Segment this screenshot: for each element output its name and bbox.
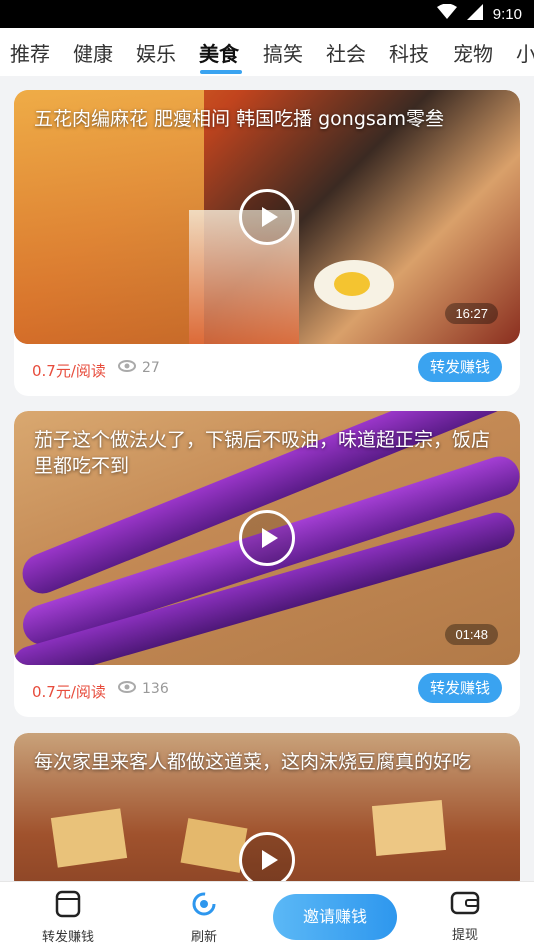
bottom-navigation: 转发赚钱 刷新 邀请赚钱 提现 xyxy=(0,881,534,949)
video-duration: 16:27 xyxy=(445,303,498,324)
video-card[interactable]: 五花肉编麻花 肥瘦相间 韩国吃播 gongsam零叁 16:27 0.7元/阅读… xyxy=(14,90,520,396)
nav-withdraw-label: 提现 xyxy=(451,928,478,943)
wallet-icon xyxy=(450,891,480,920)
nav-refresh[interactable]: 刷新 xyxy=(164,890,244,945)
status-icons: 9:10 xyxy=(436,3,522,24)
video-duration: 01:48 xyxy=(445,624,498,645)
card-meta: 0.7元/阅读 136 转发赚钱 xyxy=(14,665,520,715)
video-card[interactable]: 每次家里来客人都做这道菜，这肉沫烧豆腐真的好吃 xyxy=(14,733,520,881)
status-bar: 9:10 xyxy=(0,0,534,28)
video-thumbnail[interactable]: 每次家里来客人都做这道菜，这肉沫烧豆腐真的好吃 xyxy=(14,733,520,881)
thumb-tofu xyxy=(371,800,447,856)
video-title: 五花肉编麻花 肥瘦相间 韩国吃播 gongsam零叁 xyxy=(34,108,444,130)
nav-withdraw[interactable]: 提现 xyxy=(425,890,505,943)
view-count: 27 xyxy=(118,360,160,376)
share-earn-button[interactable]: 转发赚钱 xyxy=(418,352,502,382)
eye-icon xyxy=(118,681,136,697)
eye-icon xyxy=(118,360,136,376)
active-tab-indicator xyxy=(200,70,242,74)
view-count-value: 136 xyxy=(142,681,169,697)
tab-food[interactable]: 美食 xyxy=(199,38,239,67)
reward-price: 0.7元/阅读 xyxy=(32,362,106,380)
tab-society[interactable]: 社会 xyxy=(326,38,366,67)
play-icon[interactable] xyxy=(239,832,295,881)
tab-health[interactable]: 健康 xyxy=(73,38,113,67)
category-tabs: 推荐 健康 娱乐 美食 搞笑 社会 科技 宠物 小 xyxy=(0,28,534,76)
video-thumbnail[interactable]: 五花肉编麻花 肥瘦相间 韩国吃播 gongsam零叁 16:27 xyxy=(14,90,520,344)
tab-recommend[interactable]: 推荐 xyxy=(10,38,50,67)
thumb-tofu xyxy=(50,808,128,868)
thumb-egg-yolk xyxy=(334,272,370,296)
tab-funny[interactable]: 搞笑 xyxy=(263,38,303,67)
tab-more[interactable]: 小 xyxy=(516,38,534,67)
card-meta: 0.7元/阅读 27 转发赚钱 xyxy=(14,344,520,394)
wifi-icon xyxy=(436,3,457,24)
tab-tech[interactable]: 科技 xyxy=(389,38,429,67)
nav-refresh-label: 刷新 xyxy=(190,930,217,945)
reward-price: 0.7元/阅读 xyxy=(32,683,106,701)
tab-pets[interactable]: 宠物 xyxy=(453,38,493,67)
refresh-icon xyxy=(190,892,218,922)
invite-earn-button[interactable]: 邀请赚钱 xyxy=(273,894,397,940)
nav-share-earn-label: 转发赚钱 xyxy=(41,930,94,945)
video-title: 每次家里来客人都做这道菜，这肉沫烧豆腐真的好吃 xyxy=(34,751,472,773)
play-icon[interactable] xyxy=(239,510,295,566)
signal-icon xyxy=(466,4,483,24)
play-icon[interactable] xyxy=(239,189,295,245)
view-count: 136 xyxy=(118,681,169,697)
video-title: 茄子这个做法火了，下锅后不吸油，味道超正宗，饭店里都吃不到 xyxy=(34,429,491,477)
video-feed[interactable]: 五花肉编麻花 肥瘦相间 韩国吃播 gongsam零叁 16:27 0.7元/阅读… xyxy=(0,76,534,881)
share-earn-button[interactable]: 转发赚钱 xyxy=(418,673,502,703)
video-card[interactable]: 茄子这个做法火了，下锅后不吸油，味道超正宗，饭店里都吃不到 01:48 0.7元… xyxy=(14,411,520,717)
view-count-value: 27 xyxy=(142,360,160,376)
nav-share-earn[interactable]: 转发赚钱 xyxy=(28,890,108,945)
share-icon xyxy=(55,890,81,922)
tab-entertainment[interactable]: 娱乐 xyxy=(136,38,176,67)
clock: 9:10 xyxy=(492,5,522,23)
video-thumbnail[interactable]: 茄子这个做法火了，下锅后不吸油，味道超正宗，饭店里都吃不到 01:48 xyxy=(14,411,520,665)
thumb-tofu xyxy=(180,818,248,873)
